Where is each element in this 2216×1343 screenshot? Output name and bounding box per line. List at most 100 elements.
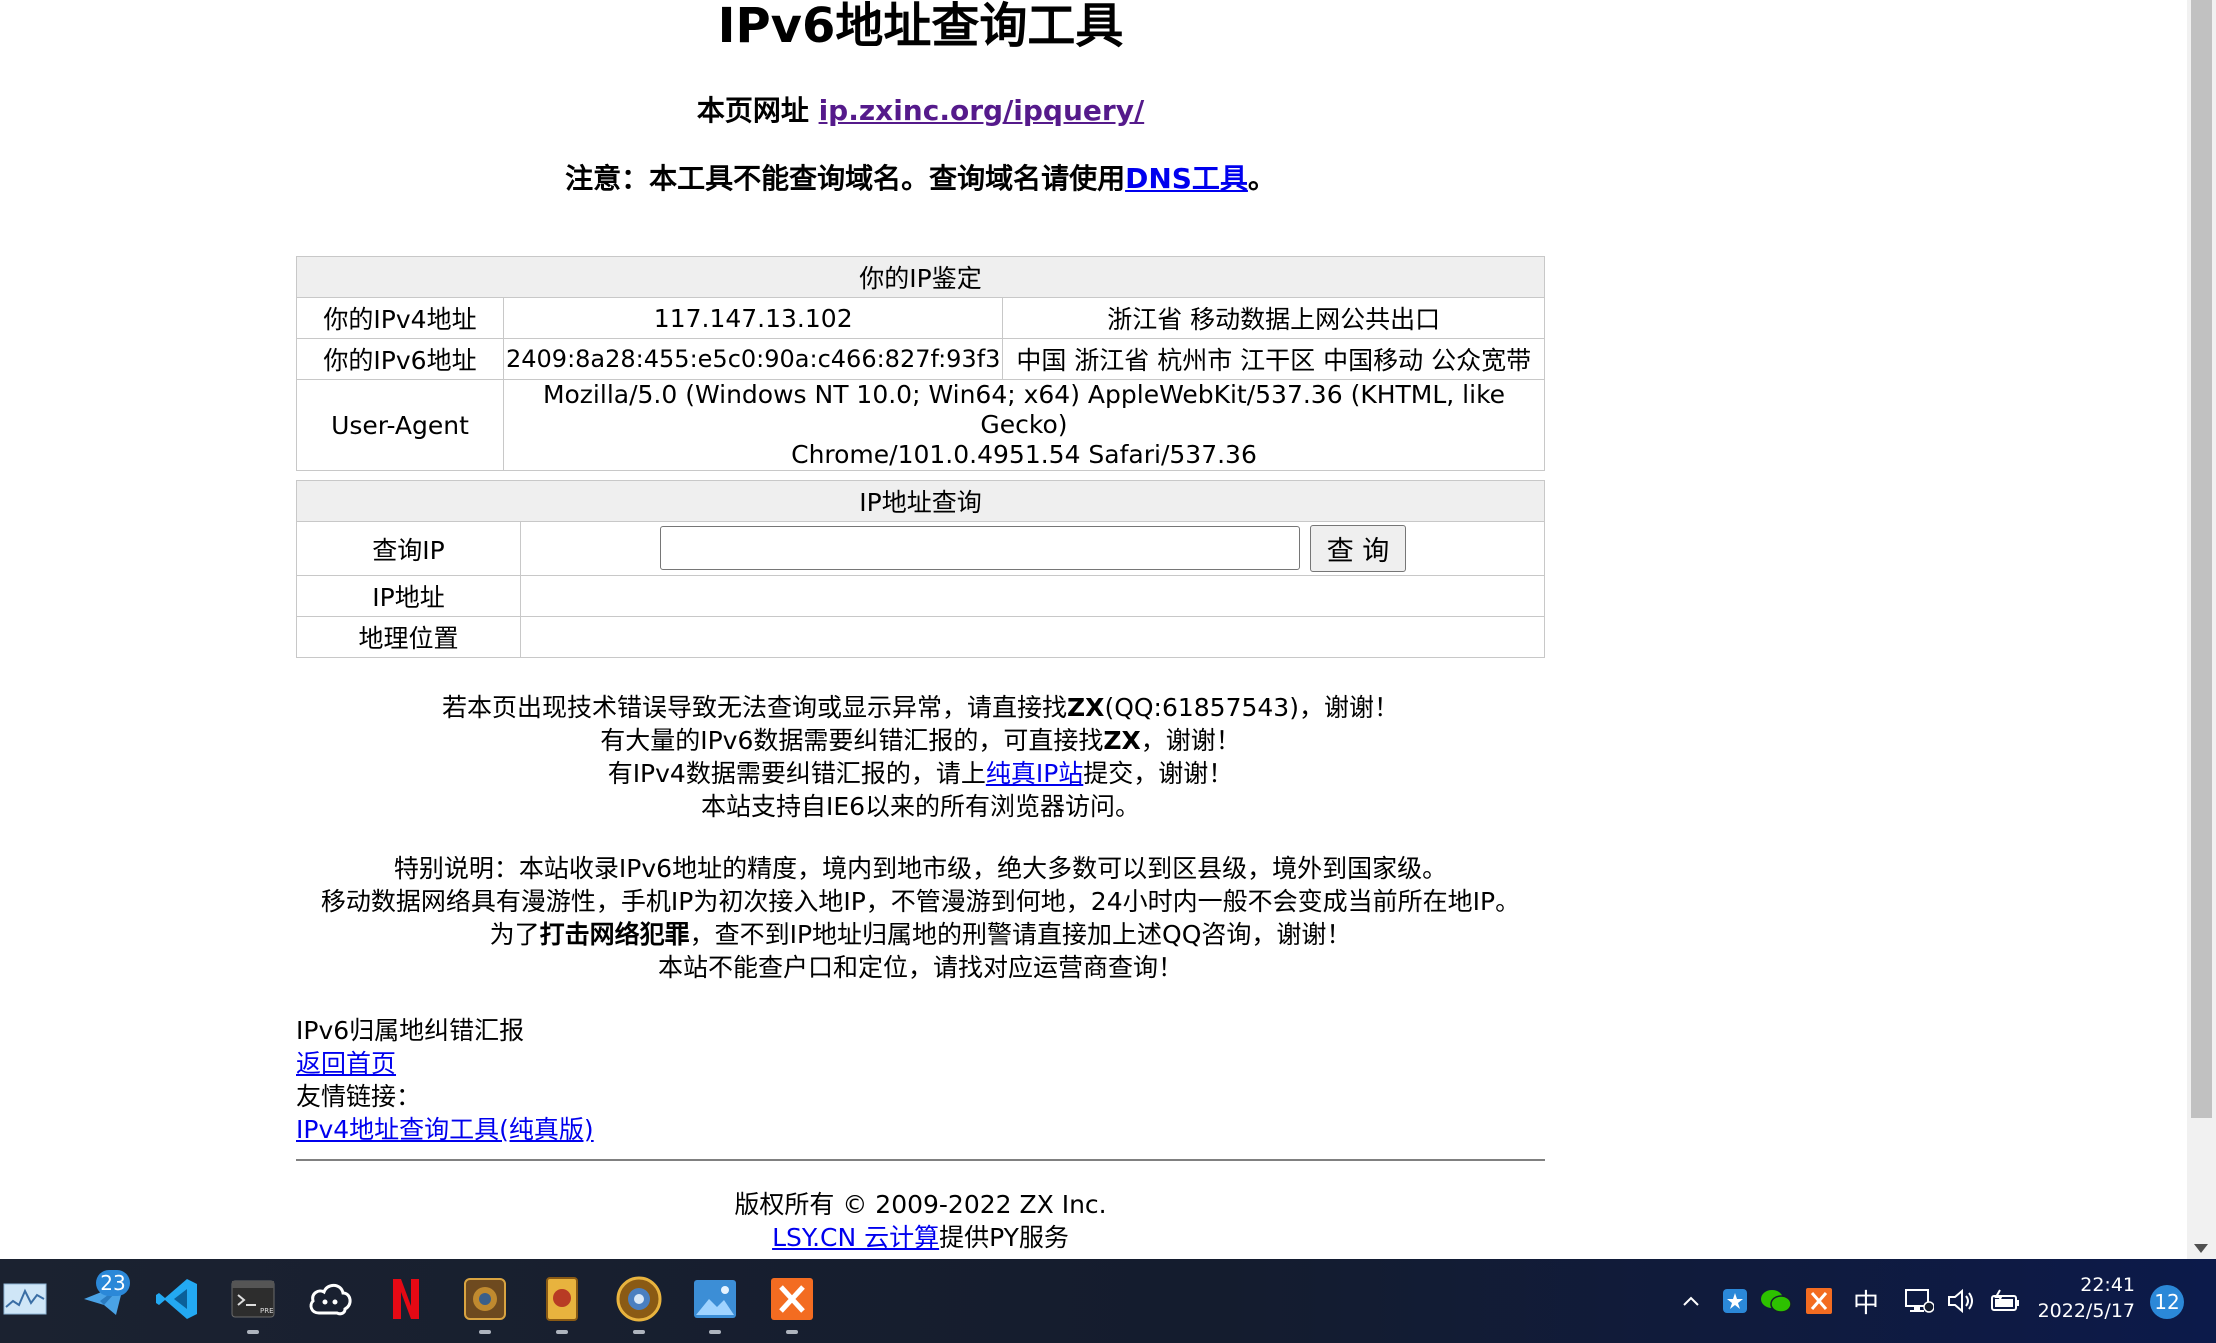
wechat-icon[interactable] (1758, 1278, 1794, 1324)
note-line: 本站支持自IE6以来的所有浏览器访问。 (700, 792, 1141, 821)
query-ip-label: 查询IP (296, 521, 521, 576)
notice-line: 注意：本工具不能查询域名。查询域名请使用DNS工具。 (0, 160, 1841, 198)
photos-icon[interactable] (690, 1273, 740, 1334)
copyright-block: 版权所有 © 2009-2022 ZX Inc. LSY.CN 云计算提供PY服… (0, 1188, 1841, 1254)
note-line: 为了打击网络犯罪，查不到IP地址归属地的刑警请直接加上述QQ咨询，谢谢！ (0, 918, 1841, 951)
xmind-tray-icon[interactable] (1802, 1278, 1836, 1324)
note-text: 提交，谢谢！ (1083, 759, 1234, 788)
running-indicator (479, 1330, 491, 1334)
footer-links: IPv6归属地纠错汇报 返回首页 友情链接： IPv4地址查询工具(纯真版) (296, 1014, 594, 1146)
provider-link[interactable]: LSY.CN 云计算 (772, 1223, 939, 1252)
user-agent-line: Mozilla/5.0 (Windows NT 10.0; Win64; x64… (542, 380, 1506, 439)
query-ip-input[interactable] (660, 526, 1300, 570)
note-line: 有IPv4数据需要纠错汇报的，请上纯真IP站提交，谢谢！ (0, 757, 1841, 790)
note-line: 本站不能查户口和定位，请找对应运营商查询！ (657, 953, 1183, 982)
report-text: IPv6归属地纠错汇报 (296, 1016, 525, 1045)
table-row: 你的IPv4地址 117.147.13.102 浙江省 移动数据上网公共出口 (296, 297, 1545, 339)
ip-info-heading: 你的IP鉴定 (296, 256, 1545, 298)
mail-badge: 23 (96, 1270, 130, 1296)
running-indicator (786, 1330, 798, 1334)
card-game-icon[interactable] (537, 1273, 587, 1334)
taskbar: PRE 23 中 22:41 2022/5/17 12 (0, 1259, 2216, 1343)
ipv6-label: 你的IPv6地址 (296, 338, 504, 380)
note-text: 为了 (489, 920, 540, 949)
page-url-line: 本页网址 ip.zxinc.org/ipquery/ (0, 92, 1841, 130)
ip-query-heading: IP地址查询 (296, 480, 1545, 522)
scroll-down-arrow-icon[interactable] (2194, 1244, 2208, 1253)
provider-suffix: 提供PY服务 (939, 1223, 1069, 1252)
footer-divider (296, 1159, 1545, 1161)
notes-block: 若本页出现技术错误导致无法查询或显示异常，请直接找ZX(QQ:61857543)… (0, 691, 1841, 823)
xmind-icon[interactable] (767, 1273, 817, 1334)
show-hidden-icons-chevron-icon[interactable] (1676, 1278, 1706, 1324)
pinned-star-icon[interactable] (1718, 1278, 1752, 1324)
page-url-link[interactable]: ip.zxinc.org/ipquery/ (819, 94, 1145, 127)
hearthstone-icon[interactable] (614, 1273, 664, 1334)
hearthstone-deck-icon[interactable] (460, 1273, 510, 1334)
running-indicator (709, 1330, 721, 1334)
scrollbar-thumb[interactable] (2191, 0, 2212, 1118)
battery-icon[interactable] (1988, 1278, 2024, 1324)
table-row: 地理位置 (296, 616, 1545, 658)
clock-date: 2022/5/17 (2037, 1300, 2135, 1322)
clock-time: 22:41 (2080, 1274, 2135, 1296)
page-url-label: 本页网址 (696, 94, 809, 127)
query-button[interactable]: 查 询 (1310, 525, 1406, 572)
cloud-chat-icon[interactable] (305, 1273, 355, 1325)
ime-indicator[interactable]: 中 (1848, 1278, 1884, 1324)
notification-center-badge[interactable]: 12 (2150, 1285, 2184, 1319)
resource-monitor-icon[interactable] (0, 1273, 50, 1325)
table-row: IP地址 (296, 575, 1545, 617)
running-indicator (556, 1330, 568, 1334)
table-row: User-Agent Mozilla/5.0 (Windows NT 10.0;… (296, 379, 1545, 471)
note-line: 有大量的IPv6数据需要纠错汇报的，可直接找ZX，谢谢！ (0, 724, 1841, 757)
note-text: 有IPv4数据需要纠错汇报的，请上 (607, 759, 986, 788)
ip-info-table: 你的IP鉴定 你的IPv4地址 117.147.13.102 浙江省 移动数据上… (296, 256, 1545, 471)
ipv4-label: 你的IPv4地址 (296, 297, 504, 339)
network-icon[interactable] (1902, 1278, 1936, 1324)
note-text: ，谢谢！ (1140, 726, 1241, 755)
vscode-icon[interactable] (152, 1273, 202, 1325)
special-notes-block: 特别说明：本站收录IPv6地址的精度，境内到地市级，绝大多数可以到区县级，境外到… (0, 852, 1841, 984)
note-text: 有大量的IPv6数据需要纠错汇报的，可直接找 (600, 726, 1104, 755)
note-text: ，查不到IP地址归属地的刑警请直接加上述QQ咨询，谢谢！ (689, 920, 1352, 949)
note-bold: ZX (1067, 693, 1105, 722)
note-bold: ZX (1103, 726, 1141, 755)
ipv4-location: 浙江省 移动数据上网公共出口 (1002, 297, 1545, 339)
notice-text: 注意：本工具不能查询域名。查询域名请使用 (565, 162, 1126, 195)
terminal-preview-icon[interactable]: PRE (228, 1273, 278, 1334)
running-indicator (633, 1330, 645, 1334)
user-agent-line: Chrome/101.0.4951.54 Safari/537.36 (791, 440, 1257, 469)
user-agent-value: Mozilla/5.0 (Windows NT 10.0; Win64; x64… (503, 379, 1545, 471)
home-link[interactable]: 返回首页 (296, 1049, 396, 1078)
ipv4-tool-link[interactable]: IPv4地址查询工具(纯真版) (296, 1115, 594, 1144)
vertical-scrollbar[interactable] (2187, 0, 2216, 1259)
ipv6-location: 中国 浙江省 杭州市 江干区 中国移动 公众宽带 (1002, 338, 1545, 380)
note-line: 若本页出现技术错误导致无法查询或显示异常，请直接找ZX(QQ:61857543)… (0, 691, 1841, 724)
user-agent-label: User-Agent (296, 379, 504, 471)
friends-label: 友情链接： (296, 1082, 422, 1111)
page-title: IPv6地址查询工具 (717, 0, 1124, 54)
table-row: 你的IPv6地址 2409:8a28:455:e5c0:90a:c466:827… (296, 338, 1545, 380)
ipv6-value: 2409:8a28:455:e5c0:90a:c466:827f:93f3 (502, 338, 1004, 380)
svg-text:PRE: PRE (260, 1307, 274, 1315)
ipv4-value: 117.147.13.102 (502, 297, 1004, 339)
provider-line: LSY.CN 云计算提供PY服务 (0, 1221, 1841, 1254)
running-indicator (247, 1330, 259, 1334)
note-text: 若本页出现技术错误导致无法查询或显示异常，请直接找 (442, 693, 1068, 722)
netflix-icon[interactable] (381, 1273, 431, 1325)
note-line: 移动数据网络具有漫游性，手机IP为初次接入地IP，不管漫游到何地，24小时内一般… (320, 887, 1521, 916)
volume-icon[interactable] (1944, 1278, 1978, 1324)
note-bold: 打击网络犯罪 (539, 920, 690, 949)
ip-address-label: IP地址 (296, 575, 521, 617)
copyright-text: 版权所有 © 2009-2022 ZX Inc. (734, 1190, 1107, 1219)
dns-tool-link[interactable]: DNS工具 (1125, 162, 1248, 195)
system-clock[interactable]: 22:41 2022/5/17 (2030, 1272, 2135, 1324)
geo-location-value (520, 616, 1545, 658)
ip-address-value (520, 575, 1545, 617)
chunzhen-ip-link[interactable]: 纯真IP站 (986, 759, 1083, 788)
browser-viewport: IPv6地址查询工具 本页网址 ip.zxinc.org/ipquery/ 注意… (0, 0, 2187, 1259)
note-text: (QQ:61857543)，谢谢！ (1104, 693, 1399, 722)
notice-suffix: 。 (1247, 162, 1276, 195)
geo-location-label: 地理位置 (296, 616, 521, 658)
